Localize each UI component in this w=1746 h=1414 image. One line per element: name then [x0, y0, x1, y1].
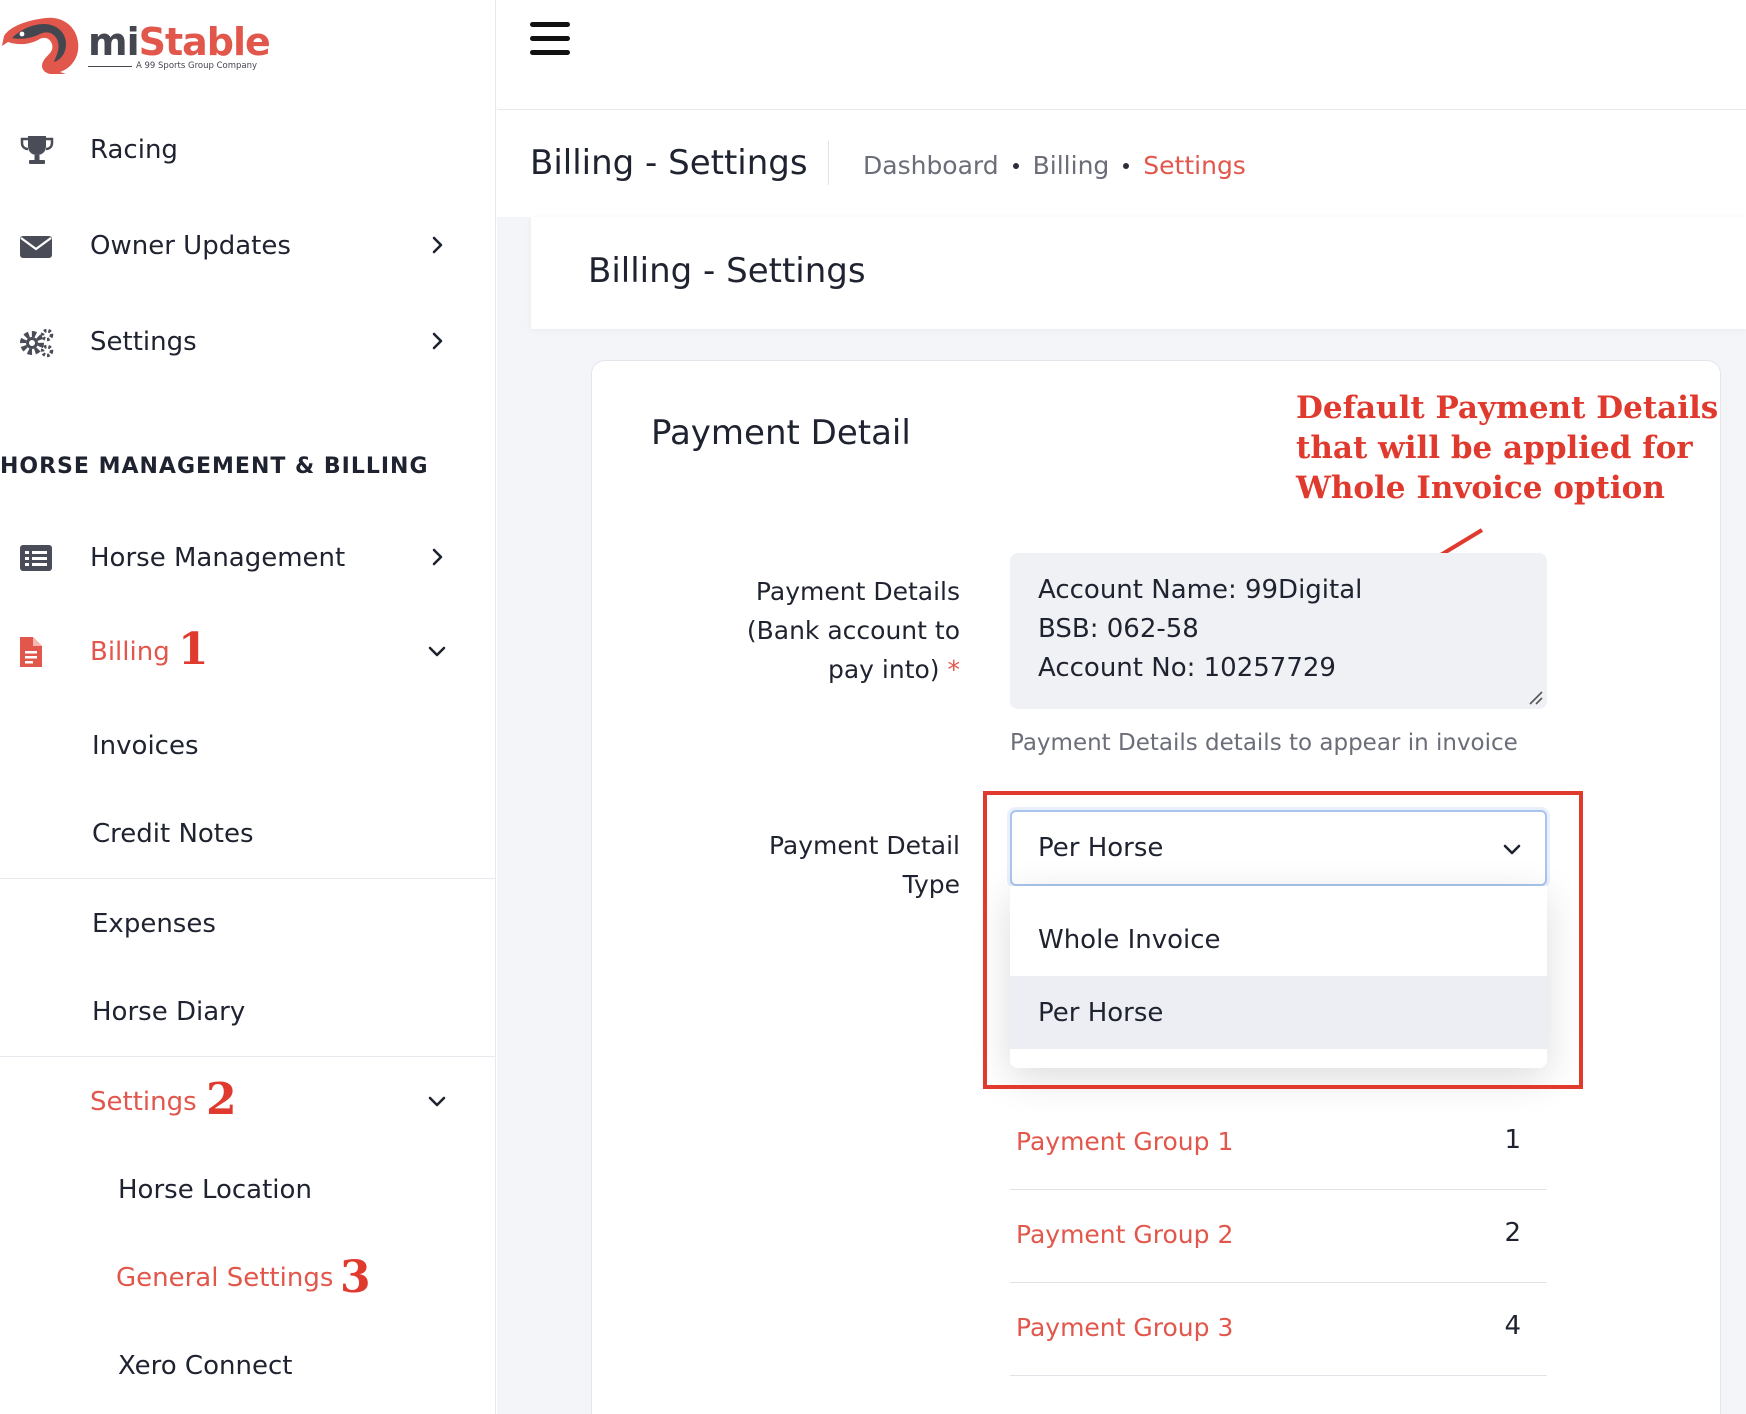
sidebar-item-label: Settings — [90, 327, 197, 357]
sidebar-item-horse-management[interactable]: Horse Management — [0, 528, 496, 588]
card-header: Billing - Settings — [531, 217, 1746, 329]
payment-group-count: 1 — [1504, 1125, 1521, 1155]
resize-handle-icon[interactable] — [1527, 689, 1543, 705]
breadcrumb-settings: Settings — [1143, 151, 1246, 180]
label-line: Payment Details — [755, 577, 960, 606]
payment-group-row[interactable]: Payment Group 3 4 — [1010, 1283, 1547, 1376]
divider — [0, 878, 496, 879]
payment-details-textarea[interactable]: Account Name: 99Digital BSB: 062-58 Acco… — [1010, 553, 1547, 709]
payment-details-help: Payment Details details to appear in inv… — [1010, 730, 1518, 756]
sidebar-item-label: Horse Management — [90, 543, 346, 573]
callout-line: Default Payment Details — [1296, 390, 1719, 426]
list-icon — [20, 545, 52, 571]
mistable-logo[interactable]: miStable A 99 Sports Group Company — [0, 8, 271, 78]
topbar — [497, 0, 1746, 110]
payment-group-name[interactable]: Payment Group 1 — [1016, 1127, 1233, 1156]
sidebar-subitem-invoices[interactable]: Invoices — [92, 718, 199, 774]
trophy-icon — [20, 136, 54, 164]
sidebar-subitem-horse-location[interactable]: Horse Location — [118, 1162, 312, 1218]
sidebar-subitem-xero-connect[interactable]: Xero Connect — [118, 1338, 292, 1394]
payment-group-row[interactable]: Payment Group 1 1 — [1010, 1097, 1547, 1190]
breadcrumb-billing[interactable]: Billing — [1033, 151, 1110, 180]
payment-group-name[interactable]: Payment Group 2 — [1016, 1220, 1233, 1249]
chevron-down-icon — [428, 646, 446, 657]
breadcrumb-dashboard[interactable]: Dashboard — [863, 151, 999, 180]
brand-wordmark: miStable — [88, 20, 271, 64]
envelope-icon — [20, 236, 52, 258]
highlight-box-annotation — [983, 791, 1583, 1089]
sidebar-item-label: Racing — [90, 135, 178, 165]
page-title: Billing - Settings — [530, 143, 808, 183]
divider — [0, 1056, 496, 1057]
breadcrumb-separator — [1012, 162, 1019, 169]
label-line: Type — [902, 870, 960, 899]
callout-line: Whole Invoice option — [1296, 470, 1665, 506]
brand-tagline: A 99 Sports Group Company — [136, 61, 258, 71]
sidebar-subitem-horse-diary[interactable]: Horse Diary — [92, 984, 245, 1040]
document-icon — [20, 637, 42, 667]
hamburger-menu-icon[interactable] — [530, 22, 572, 64]
payment-group-name[interactable]: Payment Group 3 — [1016, 1313, 1233, 1342]
horse-head-logo-icon — [2, 17, 79, 74]
sidebar-item-label: Billing — [90, 637, 170, 667]
textarea-line: Account Name: 99Digital — [1038, 575, 1363, 605]
callout-annotation: Default Payment Details that will be app… — [1296, 388, 1718, 508]
step-number-annotation: 2 — [206, 1074, 237, 1125]
page-header: Billing - Settings Dashboard Billing Set… — [497, 111, 1746, 217]
panel-title: Payment Detail — [651, 413, 911, 453]
sidebar-item-racing[interactable]: Racing — [0, 120, 496, 180]
breadcrumb-separator — [1123, 162, 1130, 169]
step-number-annotation: 3 — [340, 1252, 371, 1303]
tagline-rule — [88, 66, 132, 67]
section-label: HORSE MANAGEMENT & BILLING — [0, 454, 429, 479]
card-title: Billing - Settings — [588, 251, 866, 291]
sidebar-subitem-general-settings[interactable]: General Settings — [116, 1250, 333, 1306]
sidebar-subitem-billing-settings[interactable]: Settings — [0, 1072, 496, 1132]
sidebar-item-label: Settings — [90, 1087, 197, 1117]
textarea-line: BSB: 062-58 — [1038, 614, 1199, 644]
label-line: pay into) — [827, 655, 940, 684]
sidebar-item-owner-updates[interactable]: Owner Updates — [0, 216, 496, 276]
payment-group-count: 2 — [1504, 1218, 1521, 1248]
chevron-right-icon — [432, 332, 443, 350]
payment-group-count: 4 — [1504, 1311, 1521, 1341]
chevron-right-icon — [432, 236, 443, 254]
breadcrumb: Dashboard Billing Settings — [863, 151, 1246, 180]
label-line: (Bank account to — [746, 616, 960, 645]
textarea-line: Account No: 10257729 — [1038, 653, 1336, 683]
sidebar-subitem-expenses[interactable]: Expenses — [92, 896, 216, 952]
sidebar-subitem-credit-notes[interactable]: Credit Notes — [92, 806, 254, 862]
payment-details-label: Payment Details (Bank account to pay int… — [640, 572, 960, 689]
label-line: Payment Detail — [768, 831, 960, 860]
step-number-annotation: 1 — [178, 624, 209, 675]
payment-detail-type-label: Payment Detail Type — [640, 826, 960, 904]
required-marker: * — [947, 655, 961, 684]
divider — [828, 141, 829, 185]
payment-group-row[interactable]: Payment Group 2 2 — [1010, 1190, 1547, 1283]
sidebar: miStable A 99 Sports Group Company Racin… — [0, 0, 496, 1414]
gears-icon — [20, 328, 54, 358]
sidebar-item-billing[interactable]: Billing — [0, 622, 496, 682]
sidebar-item-settings[interactable]: Settings — [0, 312, 496, 372]
sidebar-item-label: Owner Updates — [90, 231, 291, 261]
callout-line: that will be applied for — [1296, 430, 1693, 466]
chevron-down-icon — [428, 1096, 446, 1107]
chevron-right-icon — [432, 548, 443, 566]
